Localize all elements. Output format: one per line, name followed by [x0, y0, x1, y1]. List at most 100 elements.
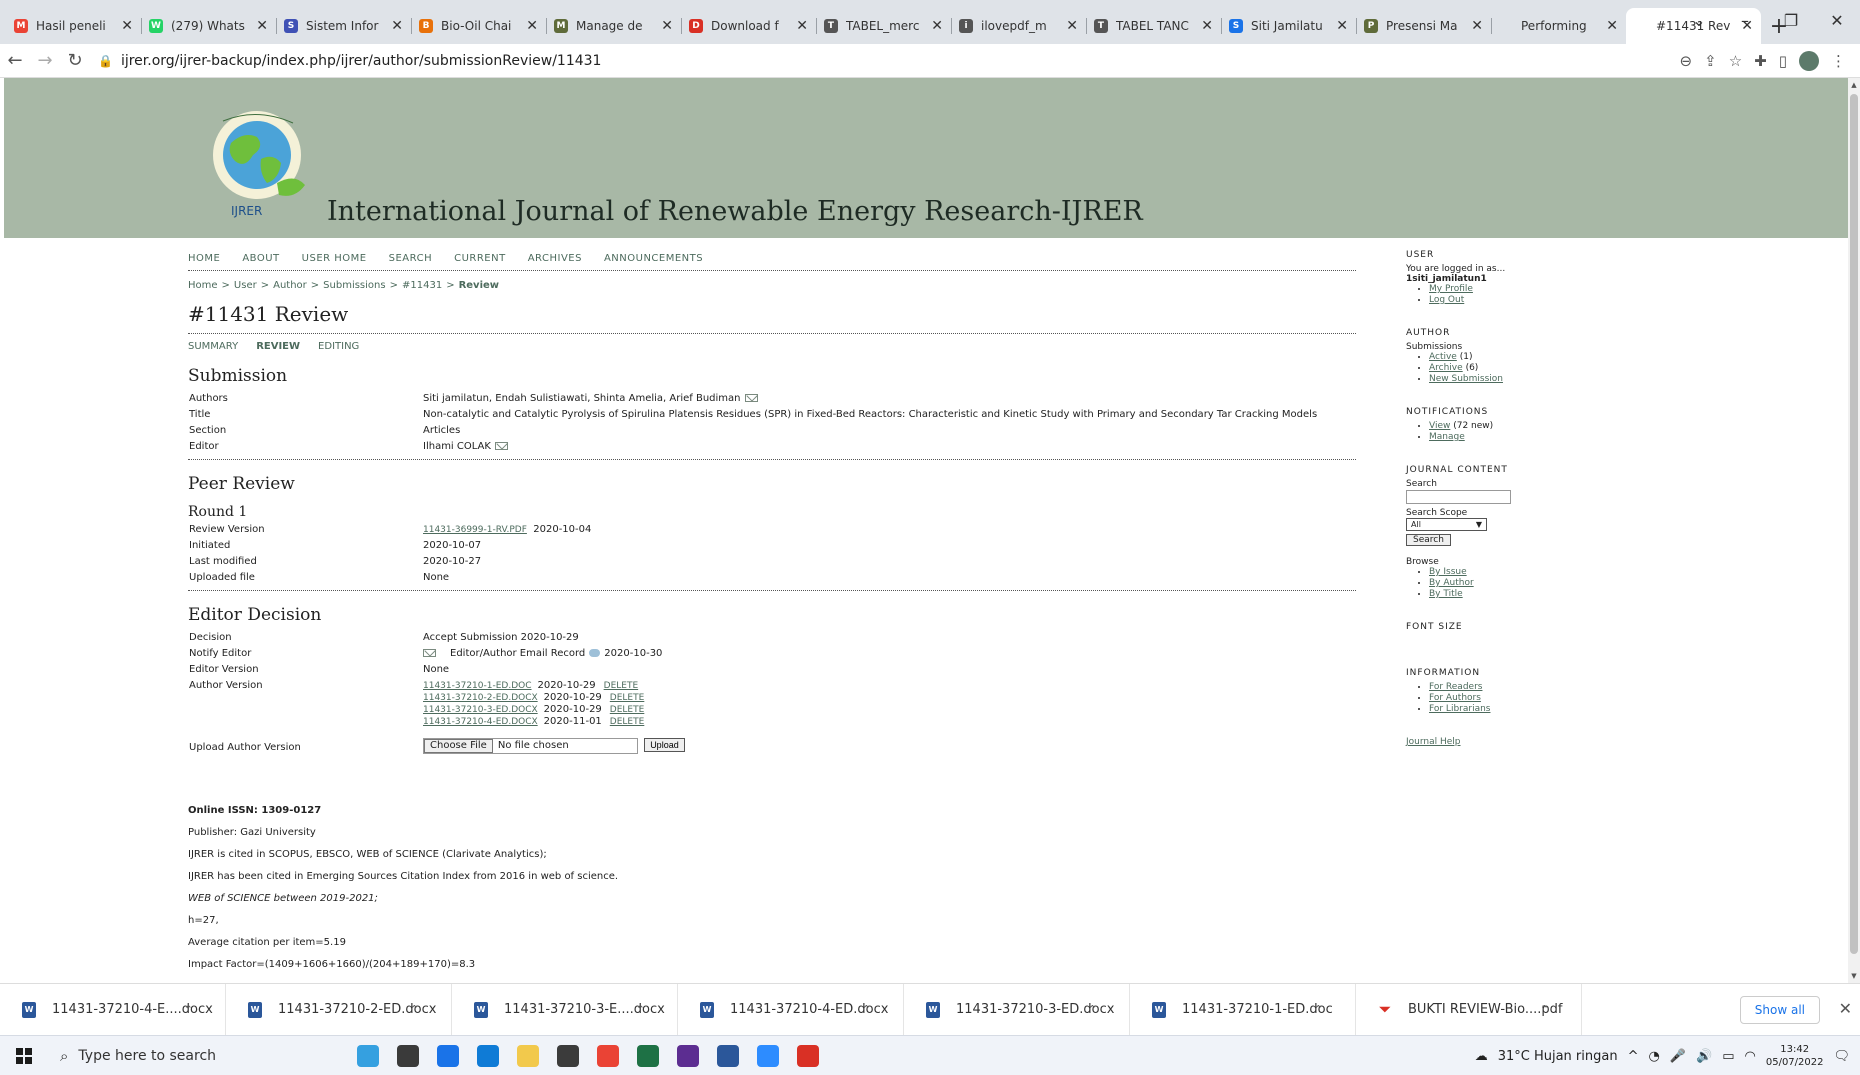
- download-item[interactable]: W 11431-37210-3-ED.docx ⌃: [904, 983, 1130, 1036]
- browser-tab[interactable]: T TABEL TANC ✕: [1086, 8, 1221, 44]
- taskbar-app-icon[interactable]: [788, 1036, 828, 1075]
- for-librarians-link[interactable]: For Librarians: [1429, 704, 1490, 714]
- browser-tab[interactable]: W (279) Whats ✕: [141, 8, 276, 44]
- search-scope-select[interactable]: All ▼: [1406, 518, 1487, 531]
- author-version-file-link[interactable]: 11431-37210-2-ED.DOCX: [423, 693, 538, 703]
- download-item[interactable]: W 11431-37210-1-ED.doc ⌃: [1130, 983, 1356, 1036]
- scroll-up-icon[interactable]: ▲: [1848, 78, 1860, 92]
- browser-tab[interactable]: S Sistem Infor ✕: [276, 8, 411, 44]
- download-item[interactable]: W 11431-37210-4-E....docx ⌃: [0, 983, 226, 1036]
- nav-item-archives[interactable]: ARCHIVES: [528, 253, 582, 264]
- show-all-button[interactable]: Show all: [1739, 996, 1820, 1024]
- manage-notifications-link[interactable]: Manage: [1429, 432, 1465, 442]
- reload-icon[interactable]: ↻: [60, 50, 90, 71]
- side-panel-icon[interactable]: ▯: [1779, 52, 1787, 70]
- browser-tab[interactable]: D Download f ✕: [681, 8, 816, 44]
- taskbar-app-icon[interactable]: [548, 1036, 588, 1075]
- delete-link[interactable]: DELETE: [610, 693, 645, 703]
- email-icon[interactable]: [494, 442, 508, 450]
- nav-item-announcements[interactable]: ANNOUNCEMENTS: [604, 253, 703, 264]
- tab-list-icon[interactable]: ⌄: [1676, 0, 1722, 40]
- extensions-icon[interactable]: ✚: [1754, 52, 1767, 70]
- tab-close-icon[interactable]: ✕: [1606, 18, 1618, 34]
- nav-item-search[interactable]: SEARCH: [389, 253, 432, 264]
- tab-close-icon[interactable]: ✕: [1336, 18, 1348, 34]
- tab-summary[interactable]: SUMMARY: [188, 341, 238, 352]
- tab-close-icon[interactable]: ✕: [121, 18, 133, 34]
- view-notifications-link[interactable]: View: [1429, 421, 1450, 431]
- journal-help-link[interactable]: Journal Help: [1406, 737, 1461, 747]
- review-version-file-link[interactable]: 11431-36999-1-RV.PDF: [423, 525, 527, 535]
- tab-close-icon[interactable]: ✕: [931, 18, 943, 34]
- author-version-file-link[interactable]: 11431-37210-3-ED.DOCX: [423, 705, 538, 715]
- nav-item-user-home[interactable]: USER HOME: [302, 253, 367, 264]
- chevron-up-icon[interactable]: ⌃: [184, 1003, 193, 1016]
- breadcrumb-link[interactable]: User: [234, 280, 257, 291]
- menu-icon[interactable]: ⋮: [1831, 52, 1846, 70]
- tab-close-icon[interactable]: ✕: [256, 18, 268, 34]
- download-item[interactable]: W 11431-37210-3-E....docx ⌃: [452, 983, 678, 1036]
- download-item[interactable]: ⏷ BUKTI REVIEW-Bio....pdf ⌃: [1356, 983, 1582, 1036]
- network-icon[interactable]: ◔: [1648, 1049, 1659, 1064]
- tab-close-icon[interactable]: ✕: [526, 18, 538, 34]
- new-submission-link[interactable]: New Submission: [1429, 374, 1503, 384]
- author-version-file-link[interactable]: 11431-37210-4-ED.DOCX: [423, 717, 538, 727]
- taskbar-app-icon[interactable]: [668, 1036, 708, 1075]
- taskbar-app-icon[interactable]: [588, 1036, 628, 1075]
- taskbar-search[interactable]: ⌕ Type here to search: [48, 1036, 288, 1075]
- microphone-icon[interactable]: 🎤: [1670, 1049, 1686, 1064]
- page-scrollbar[interactable]: ▲ ▼: [1848, 78, 1860, 983]
- clock[interactable]: 13:42 05/07/2022: [1766, 1043, 1824, 1069]
- weather-text[interactable]: 31°C Hujan ringan: [1498, 1049, 1618, 1064]
- lock-icon[interactable]: 🔒: [98, 54, 113, 68]
- delete-link[interactable]: DELETE: [610, 705, 645, 715]
- profile-avatar[interactable]: [1799, 50, 1819, 71]
- chevron-up-icon[interactable]: ⌃: [1088, 1003, 1097, 1016]
- log-out-link[interactable]: Log Out: [1429, 295, 1464, 305]
- battery-icon[interactable]: ▭: [1722, 1049, 1734, 1064]
- tab-close-icon[interactable]: ✕: [1066, 18, 1078, 34]
- chevron-up-icon[interactable]: ⌃: [1314, 1003, 1323, 1016]
- share-icon[interactable]: ⇪: [1704, 52, 1717, 70]
- url-text[interactable]: ijrer.org/ijrer-backup/index.php/ijrer/a…: [121, 53, 602, 69]
- tab-editing[interactable]: EDITING: [318, 341, 359, 352]
- tab-close-icon[interactable]: ✕: [661, 18, 673, 34]
- browser-tab[interactable]: T TABEL_merc ✕: [816, 8, 951, 44]
- delete-link[interactable]: DELETE: [604, 681, 639, 691]
- nav-item-home[interactable]: HOME: [188, 253, 220, 264]
- browser-tab[interactable]: Performing ✕: [1491, 8, 1626, 44]
- restore-button[interactable]: ❐: [1768, 0, 1814, 40]
- my-profile-link[interactable]: My Profile: [1429, 284, 1473, 294]
- taskbar-app-icon[interactable]: [748, 1036, 788, 1075]
- download-item[interactable]: W 11431-37210-4-ED.docx ⌃: [678, 983, 904, 1036]
- taskbar-app-icon[interactable]: [708, 1036, 748, 1075]
- chevron-up-icon[interactable]: ⌃: [1540, 1003, 1549, 1016]
- taskbar-app-icon[interactable]: [628, 1036, 668, 1075]
- breadcrumb-link[interactable]: #11431: [402, 280, 442, 291]
- taskbar-app-icon[interactable]: [388, 1036, 428, 1075]
- email-icon[interactable]: [744, 394, 758, 402]
- forward-icon[interactable]: →: [30, 50, 60, 71]
- chevron-up-icon[interactable]: ⌃: [410, 1003, 419, 1016]
- choose-file-button[interactable]: Choose File: [424, 739, 493, 753]
- scrollbar-thumb[interactable]: [1850, 94, 1858, 954]
- sidebar-search-input[interactable]: [1406, 490, 1511, 504]
- back-icon[interactable]: ←: [0, 50, 30, 71]
- weather-icon[interactable]: ☁: [1475, 1049, 1488, 1064]
- taskbar-app-icon[interactable]: [428, 1036, 468, 1075]
- author-version-file-link[interactable]: 11431-37210-1-ED.DOC: [423, 681, 532, 691]
- tab-close-icon[interactable]: ✕: [391, 18, 403, 34]
- browser-tab[interactable]: B Bio-Oil Chai ✕: [411, 8, 546, 44]
- browser-tab[interactable]: P Presensi Ma ✕: [1356, 8, 1491, 44]
- tab-close-icon[interactable]: ✕: [796, 18, 808, 34]
- browser-tab[interactable]: M Hasil peneli ✕: [6, 8, 141, 44]
- browser-tab[interactable]: S Siti Jamilatu ✕: [1221, 8, 1356, 44]
- notify-email-icon[interactable]: [423, 649, 436, 657]
- tray-chevron-icon[interactable]: ^: [1628, 1049, 1639, 1064]
- bookmark-star-icon[interactable]: ☆: [1729, 52, 1742, 70]
- breadcrumb-link[interactable]: Home: [188, 280, 218, 291]
- by-issue-link[interactable]: By Issue: [1429, 567, 1467, 577]
- minimize-button[interactable]: –: [1722, 0, 1768, 40]
- delete-link[interactable]: DELETE: [610, 717, 645, 727]
- by-author-link[interactable]: By Author: [1429, 578, 1474, 588]
